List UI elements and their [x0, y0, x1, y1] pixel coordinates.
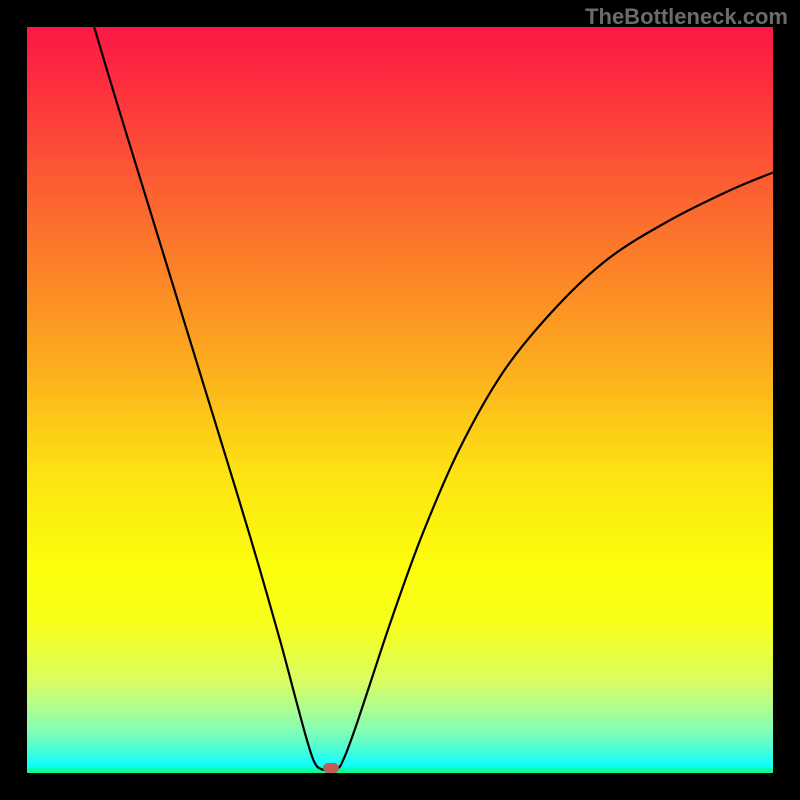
watermark-text: TheBottleneck.com: [585, 4, 788, 30]
bottleneck-curve-path: [94, 27, 773, 770]
chart-plot-area: [27, 27, 773, 773]
chart-curve-svg: [27, 27, 773, 773]
bottleneck-minimum-marker: [323, 763, 339, 773]
